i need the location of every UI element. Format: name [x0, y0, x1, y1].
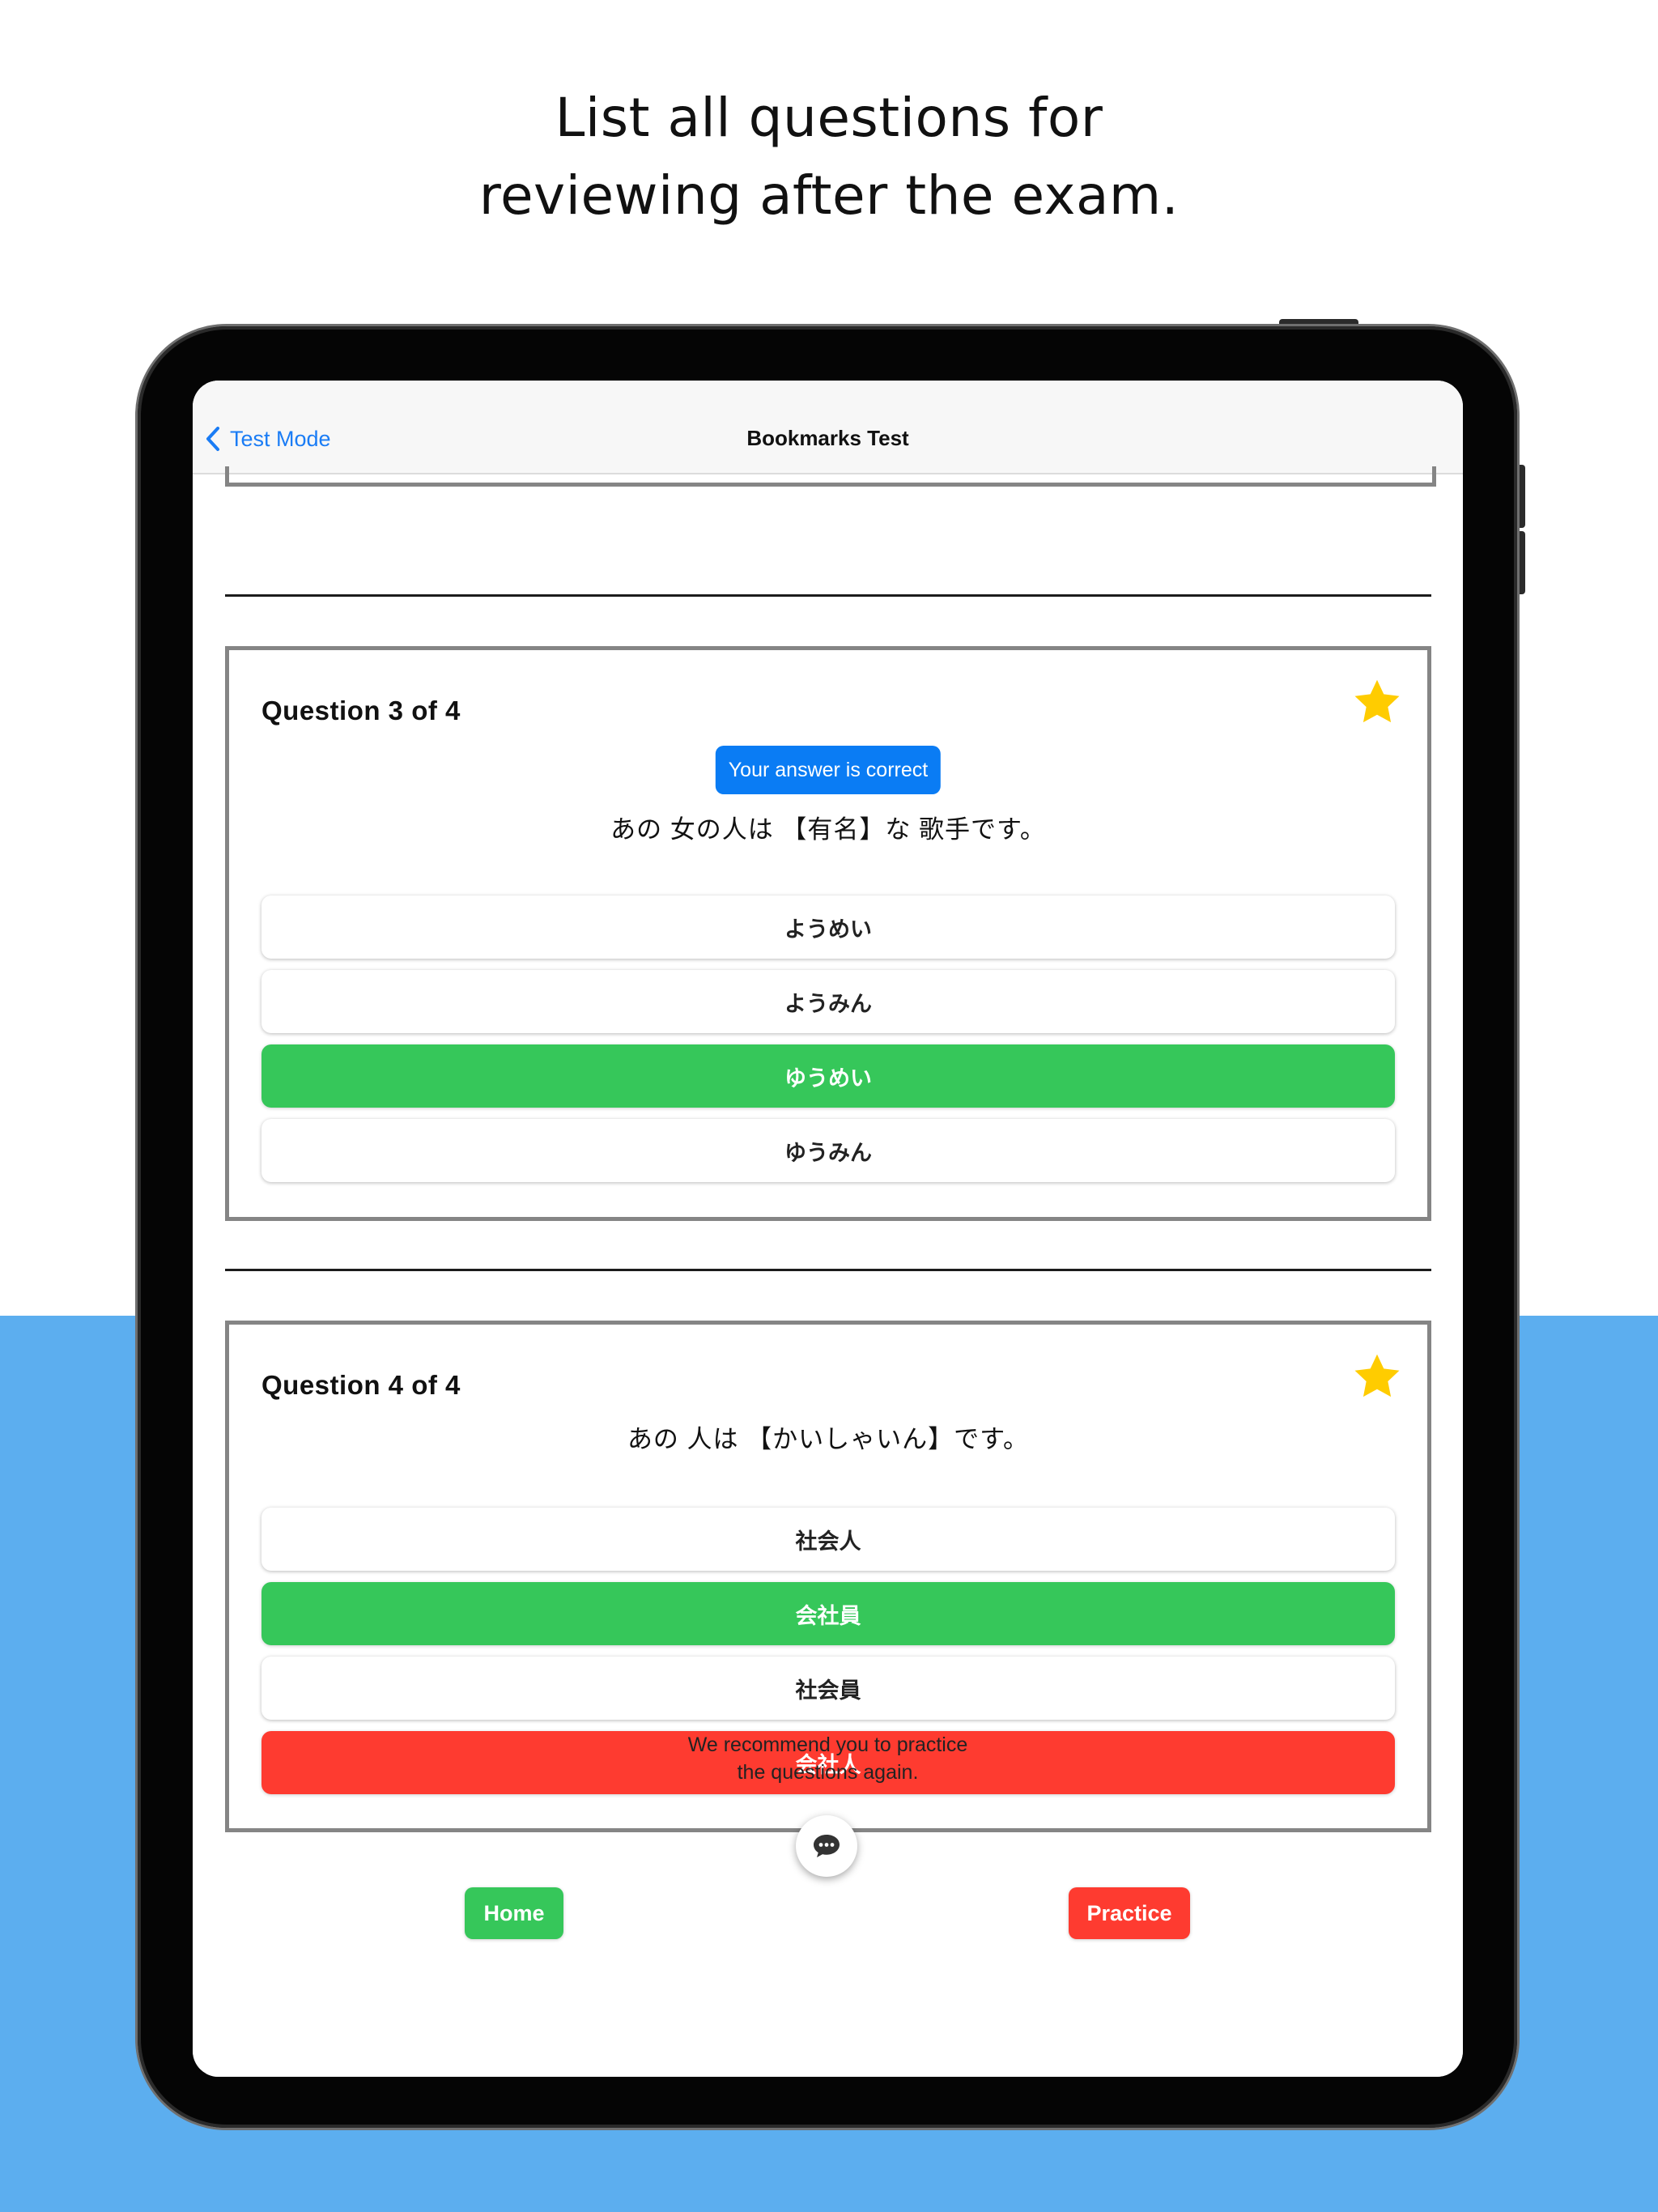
headline: List all questions for reviewing after t…	[0, 79, 1658, 235]
question-title: Question 4 of 4	[261, 1370, 461, 1400]
divider	[225, 1269, 1431, 1271]
question-text: あの 人は 【かいしゃいん】です。	[627, 1425, 1030, 1453]
answer-option[interactable]: 社会人	[261, 1508, 1395, 1571]
answer-option[interactable]: ようみん	[261, 970, 1395, 1033]
answer-option[interactable]: ゆうみん	[261, 1119, 1395, 1182]
star-icon[interactable]	[1351, 1351, 1403, 1402]
recommendation-text: We recommend you to practice the questio…	[193, 1731, 1463, 1786]
divider	[225, 594, 1431, 597]
chat-bubble-icon	[814, 1835, 840, 1857]
previous-question-card	[225, 466, 1436, 487]
headline-line-1: List all questions for	[555, 87, 1103, 149]
answer-option-correct[interactable]: 会社員	[261, 1582, 1395, 1645]
status-badge: Your answer is correct	[715, 746, 942, 794]
answer-option-correct[interactable]: ゆうめい	[261, 1044, 1395, 1108]
recommendation-line-1: We recommend you to practice	[687, 1733, 968, 1756]
headline-line-2: reviewing after the exam.	[478, 164, 1180, 227]
question-card: Question 3 of 4 Your answer is correct あ…	[225, 646, 1431, 1221]
answer-option[interactable]: 社会員	[261, 1657, 1395, 1720]
question-title: Question 3 of 4	[261, 696, 461, 725]
star-icon[interactable]	[1351, 676, 1403, 728]
practice-button[interactable]: Practice	[1069, 1887, 1190, 1939]
page-title: Bookmarks Test	[746, 426, 909, 450]
home-button[interactable]: Home	[465, 1887, 563, 1939]
recommendation-line-2: the questions again.	[737, 1761, 919, 1784]
chat-button[interactable]	[796, 1815, 857, 1877]
question-text: あの 女の人は 【有名】な 歌手です。	[610, 815, 1046, 844]
navigation-bar: Test Mode Bookmarks Test	[193, 381, 1463, 474]
app-screen: Test Mode Bookmarks Test Question 3 of 4…	[193, 381, 1463, 2077]
answer-options: ようめい ようみん ゆうめい ゆうみん	[261, 895, 1395, 1193]
answer-option[interactable]: ようめい	[261, 895, 1395, 959]
